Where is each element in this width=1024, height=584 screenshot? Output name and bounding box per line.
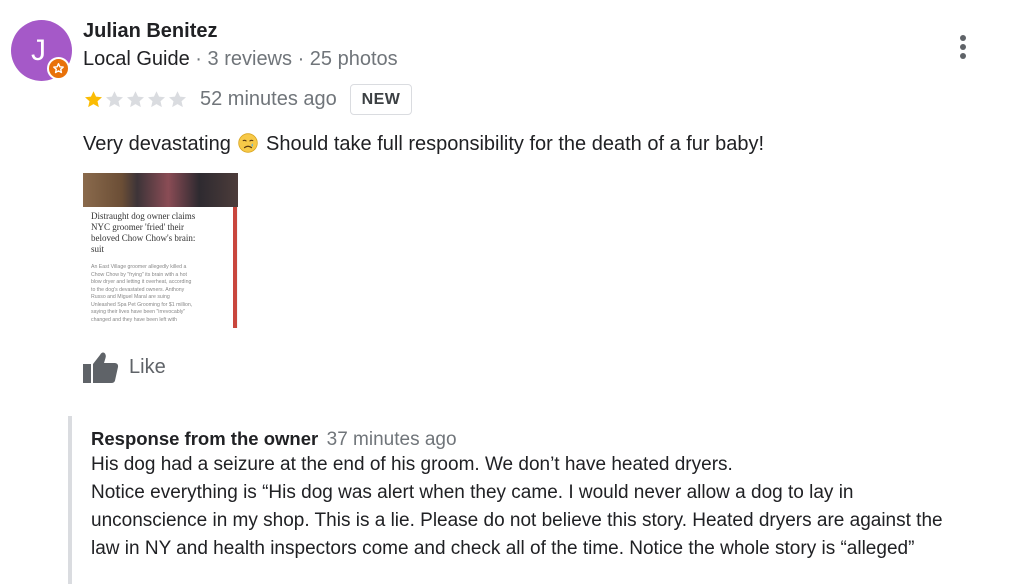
like-label: Like xyxy=(129,355,166,378)
star-empty-icon xyxy=(169,90,186,107)
review-text: Very devastating Should take full respon… xyxy=(83,133,764,156)
star-empty-icon xyxy=(148,90,165,107)
star-empty-icon xyxy=(127,90,144,107)
more-vert-dot xyxy=(960,44,966,50)
response-header: Response from the owner 37 minutes ago xyxy=(91,428,457,451)
crying-face-icon xyxy=(238,133,259,153)
star-outline-icon xyxy=(53,63,64,74)
review-text-part: Very devastating xyxy=(83,133,231,155)
star-rating xyxy=(83,88,188,110)
more-vert-icon xyxy=(960,35,966,41)
review-time: 52 minutes ago xyxy=(200,88,337,110)
reviewer-meta: Local Guide · 3 reviews · 25 photos xyxy=(83,48,398,71)
photo-body-text: An East Village groomer allegedly killed… xyxy=(91,264,193,323)
response-line: unconscience in my shop. This is a lie. … xyxy=(91,510,943,531)
more-vert-dot xyxy=(960,53,966,59)
response-line: Notice everything is “His dog was alert … xyxy=(91,482,854,503)
meta-separator: · xyxy=(189,48,208,70)
avatar-letter: J xyxy=(31,34,46,67)
photo-headline: Distraught dog owner claims NYC groomer … xyxy=(91,211,196,254)
review-card: J Julian Benitez Local Guide · 3 reviews… xyxy=(0,0,1024,584)
local-guide-badge-icon xyxy=(47,57,70,80)
response-title: Response from the owner xyxy=(91,428,319,449)
response-line: His dog had a seizure at the end of his … xyxy=(91,454,733,475)
thumbs-up-icon xyxy=(83,352,119,383)
review-photo[interactable]: Distraught dog owner claims NYC groomer … xyxy=(83,173,238,328)
meta-separator: · xyxy=(292,48,310,70)
star-filled-icon xyxy=(85,90,102,107)
like-button[interactable]: Like xyxy=(83,350,166,384)
response-line: law in NY and health inspectors come and… xyxy=(91,538,915,559)
response-time: 37 minutes ago xyxy=(326,429,457,450)
owner-response: Response from the owner 37 minutes ago H… xyxy=(68,416,1024,584)
star-empty-icon xyxy=(106,90,123,107)
new-badge: NEW xyxy=(350,84,412,115)
photo-banner-image xyxy=(83,173,238,207)
reviewer-name[interactable]: Julian Benitez xyxy=(83,20,217,43)
more-options-button[interactable] xyxy=(950,32,976,62)
photo-count: 25 photos xyxy=(309,48,398,70)
review-count: 3 reviews xyxy=(207,48,293,70)
review-text-part: Should take full responsibility for the … xyxy=(266,133,765,155)
local-guide-label: Local Guide xyxy=(83,48,190,70)
